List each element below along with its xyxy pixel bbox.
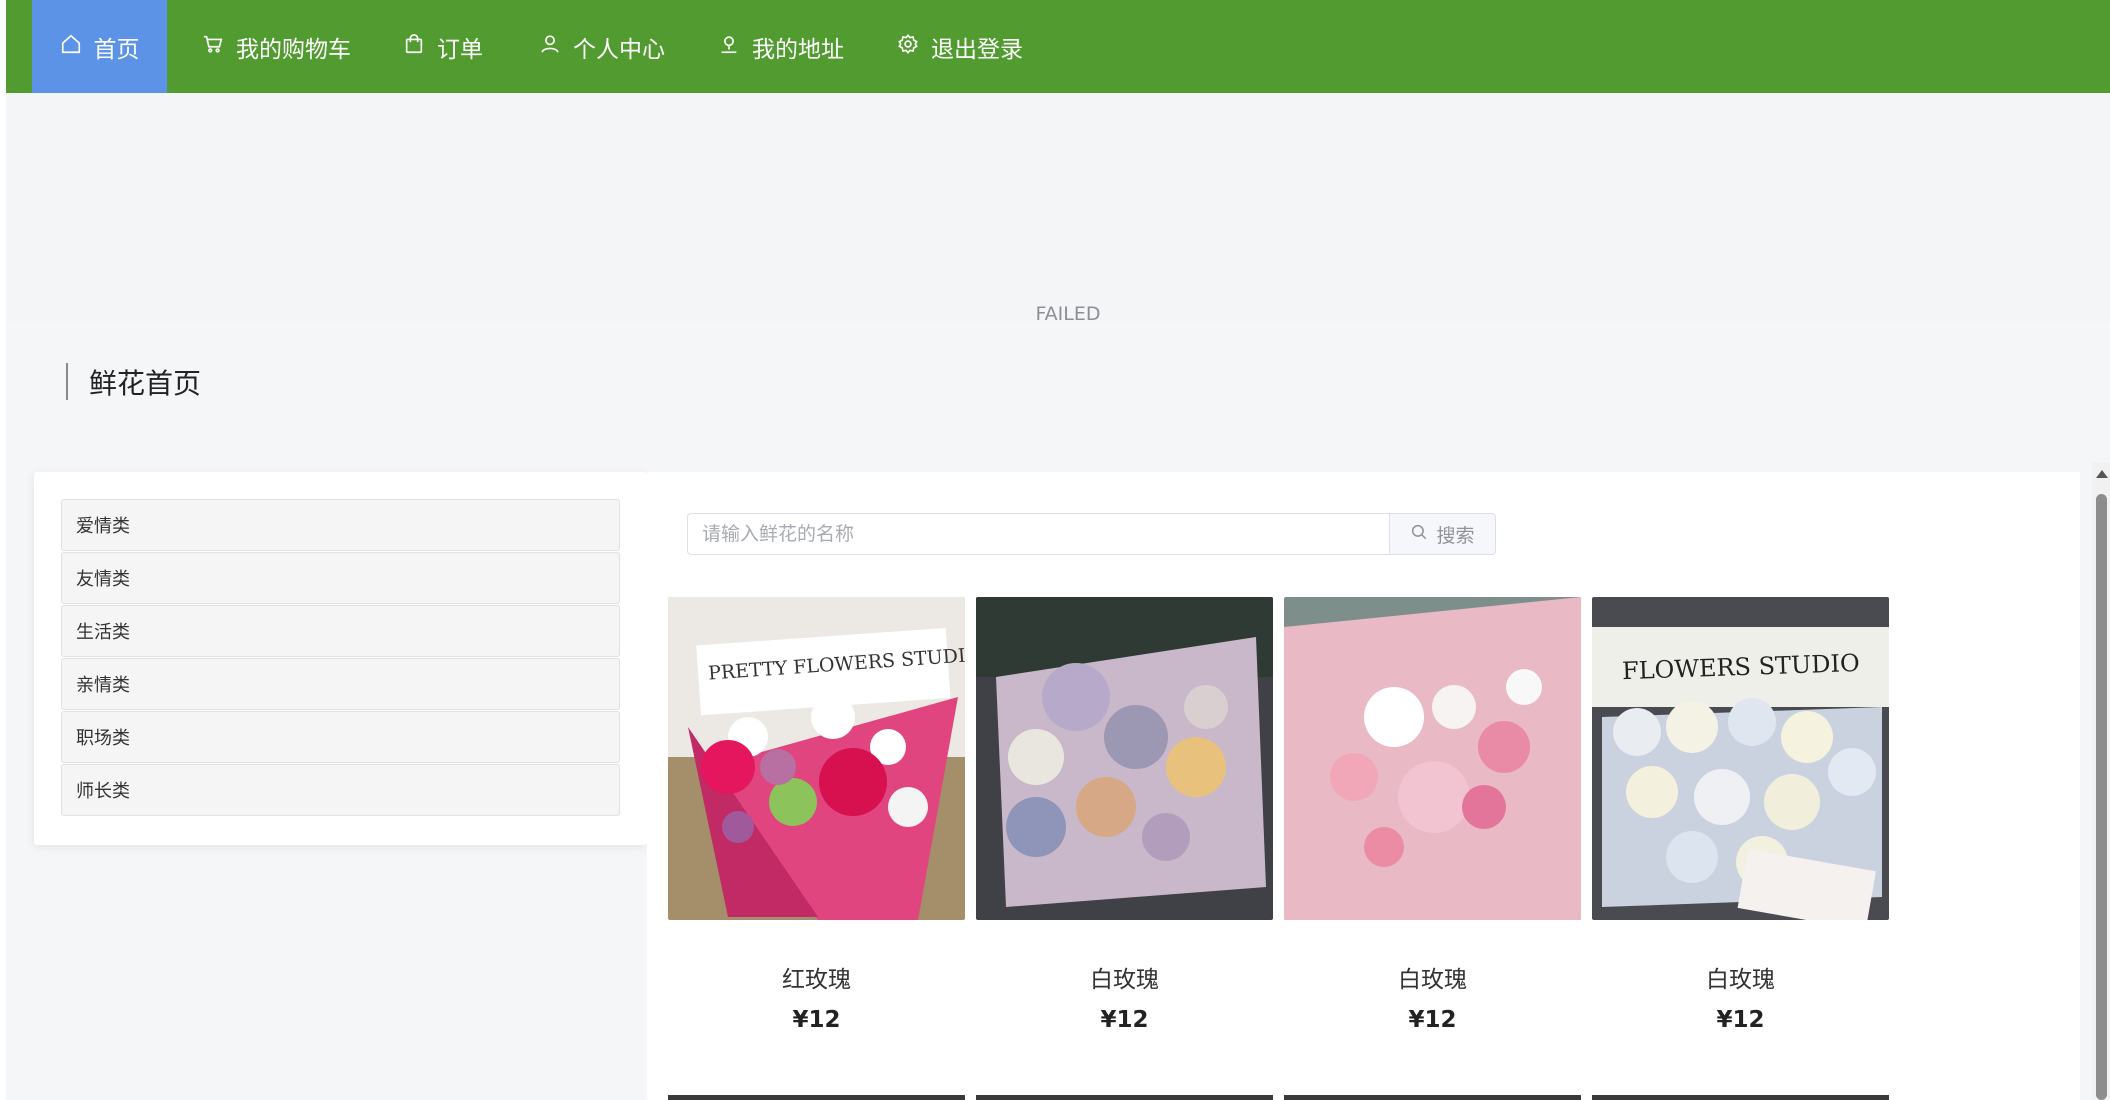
nav-item-orders[interactable]: 订单 xyxy=(403,0,483,93)
bag-icon xyxy=(403,33,437,61)
user-icon xyxy=(539,33,573,61)
top-nav: 首页 我的购物车 订单 个人中心 我的地址 退出登录 xyxy=(6,0,2110,93)
category-item[interactable]: 友情类 xyxy=(61,552,620,604)
nav-item-label: 我的地址 xyxy=(752,36,844,63)
section-title-bar xyxy=(66,363,68,400)
location-icon xyxy=(718,33,752,61)
category-panel: 爱情类 友情类 生活类 亲情类 职场类 师长类 xyxy=(34,472,647,845)
nav-item-label: 退出登录 xyxy=(931,36,1023,63)
banner-carousel: FAILED xyxy=(6,93,2110,396)
nav-item-address[interactable]: 我的地址 xyxy=(718,0,844,93)
nav-item-cart[interactable]: 我的购物车 xyxy=(202,0,351,93)
section-title: 鲜花首页 xyxy=(89,367,202,400)
search-icon xyxy=(1410,523,1436,546)
category-item[interactable]: 生活类 xyxy=(61,605,620,657)
scroll-up-arrow[interactable] xyxy=(2096,470,2108,478)
product-image[interactable] xyxy=(976,597,1273,920)
banner-status-text: FAILED xyxy=(1035,303,1101,325)
product-price: ¥12 xyxy=(1716,1007,1765,1033)
home-icon xyxy=(60,33,94,61)
category-item[interactable]: 爱情类 xyxy=(61,499,620,551)
product-name[interactable]: 白玫瑰 xyxy=(976,960,1273,994)
product-image-next-row xyxy=(668,1095,965,1100)
nav-item-logout[interactable]: 退出登录 xyxy=(897,0,1023,93)
product-image[interactable]: PRETTY FLOWERS STUDIO xyxy=(668,597,965,920)
gear-icon xyxy=(897,33,931,61)
product-price: ¥12 xyxy=(1100,1007,1149,1033)
nav-item-profile[interactable]: 个人中心 xyxy=(539,0,665,93)
nav-item-label: 个人中心 xyxy=(573,36,665,63)
product-image[interactable]: FLOWERS STUDIO xyxy=(1592,597,1889,920)
nav-item-home[interactable]: 首页 xyxy=(32,0,167,93)
category-item[interactable]: 亲情类 xyxy=(61,658,620,710)
cart-icon xyxy=(202,33,236,61)
product-name[interactable]: 白玫瑰 xyxy=(1284,960,1581,994)
product-image-next-row xyxy=(1284,1095,1581,1100)
product-price: ¥12 xyxy=(1408,1007,1457,1033)
product-name[interactable]: 红玫瑰 xyxy=(668,960,965,994)
page: 首页 我的购物车 订单 个人中心 我的地址 退出登录 FAILED 鲜花首页 爱… xyxy=(0,0,2110,1100)
nav-item-label: 首页 xyxy=(93,36,140,63)
nav-item-label: 我的购物车 xyxy=(236,36,351,63)
product-image-next-row xyxy=(1592,1095,1889,1100)
product-name[interactable]: 白玫瑰 xyxy=(1592,960,1889,994)
category-item[interactable]: 师长类 xyxy=(61,764,620,816)
window-edge xyxy=(0,0,6,1100)
product-image-next-row xyxy=(976,1095,1273,1100)
scrollbar-thumb[interactable] xyxy=(2096,494,2107,1100)
product-image[interactable] xyxy=(1284,597,1581,920)
product-price: ¥12 xyxy=(792,1007,841,1033)
search-button-label: 搜索 xyxy=(1436,524,1475,547)
nav-item-label: 订单 xyxy=(437,36,483,63)
category-item[interactable]: 职场类 xyxy=(61,711,620,763)
search-button[interactable]: 搜索 xyxy=(1389,513,1496,555)
search-input[interactable] xyxy=(687,513,1390,555)
